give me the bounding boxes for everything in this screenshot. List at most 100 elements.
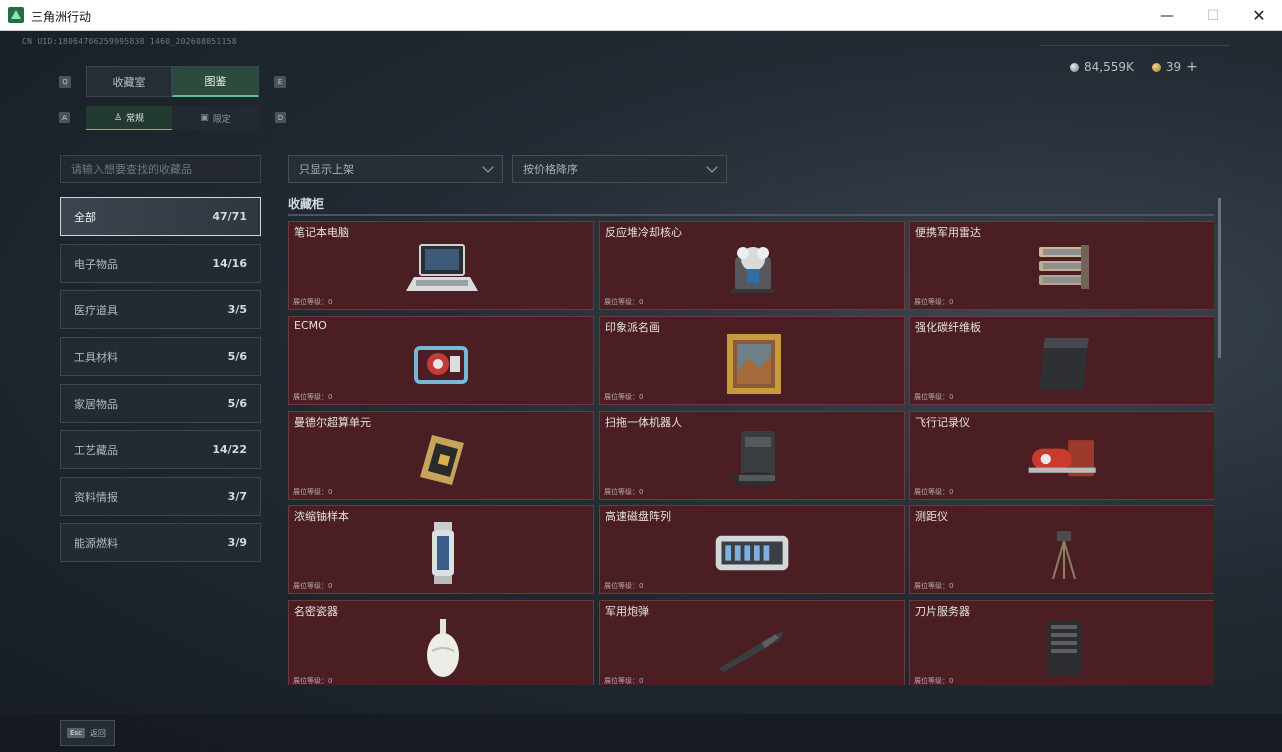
item-name: 测距仪: [915, 510, 948, 523]
app-logo-icon: [8, 7, 24, 23]
item-card[interactable]: 便携军用雷达 展位等级：0: [909, 221, 1214, 310]
category-count: 5/6: [227, 397, 247, 410]
item-card[interactable]: 曼德尔超算单元 展位等级：0: [288, 411, 594, 500]
window-titlebar: 三角洲行动 — ☐ ✕: [0, 0, 1282, 31]
item-card[interactable]: 反应堆冷却核心 展位等级：0: [599, 221, 905, 310]
item-level: 展位等级：0: [914, 393, 954, 401]
item-card[interactable]: 高速磁盘阵列 展位等级：0: [599, 505, 905, 594]
subtab-regular[interactable]: ♙ 常规: [86, 106, 172, 130]
grid-scrollbar[interactable]: [1218, 198, 1221, 358]
item-name: 军用炮弹: [605, 605, 649, 618]
laptop-icon: [399, 236, 485, 302]
item-card[interactable]: 名密瓷器 展位等级：0: [288, 600, 594, 685]
rangefinder-icon: [1020, 520, 1106, 586]
silver-amount: 84,559K: [1084, 60, 1134, 74]
minimize-button[interactable]: —: [1144, 0, 1190, 31]
item-card[interactable]: 印象派名画 展位等级：0: [599, 316, 905, 405]
item-card[interactable]: 刀片服务器 展位等级：0: [909, 600, 1214, 685]
item-level: 展位等级：0: [604, 488, 644, 496]
item-name: 浓缩铀样本: [294, 510, 349, 523]
subtab-regular-label: 常规: [126, 114, 145, 124]
item-card[interactable]: 强化碳纤维板 展位等级：0: [909, 316, 1214, 405]
porcelain-vase-icon: [399, 615, 485, 681]
artillery-shell-icon: [710, 615, 796, 681]
disk-array-icon: [710, 520, 796, 586]
category-label: 工艺藏品: [74, 443, 118, 457]
item-name: 笔记本电脑: [294, 226, 349, 239]
item-card[interactable]: 笔记本电脑 展位等级：0: [288, 221, 594, 310]
item-level: 展位等级：0: [604, 393, 644, 401]
item-name: 印象派名画: [605, 321, 660, 334]
item-card[interactable]: 浓缩铀样本 展位等级：0: [288, 505, 594, 594]
category-count: 5/6: [227, 350, 247, 363]
category-count: 14/22: [212, 443, 247, 456]
category-count: 3/7: [227, 490, 247, 503]
currency-bar: 84,559K 39 +: [1070, 59, 1198, 75]
search-input[interactable]: 请输入想要查找的收藏品: [60, 155, 261, 183]
shelf-filter-dropdown[interactable]: 只显示上架: [288, 155, 503, 183]
item-name: 便携军用雷达: [915, 226, 981, 239]
tab-collection-room[interactable]: 收藏室: [86, 66, 172, 97]
item-level: 展位等级：0: [293, 393, 333, 401]
item-level: 展位等级：0: [293, 298, 333, 306]
shelf-filter-value: 只显示上架: [299, 163, 354, 176]
item-card[interactable]: 飞行记录仪 展位等级：0: [909, 411, 1214, 500]
chevron-down-icon: [706, 161, 718, 173]
item-name: 扫拖一体机器人: [605, 416, 682, 429]
sort-dropdown[interactable]: 按价格降序: [512, 155, 727, 183]
category-tools[interactable]: 工具材料 5/6: [60, 337, 261, 376]
item-card[interactable]: ECMO 展位等级：0: [288, 316, 594, 405]
item-level: 展位等级：0: [914, 298, 954, 306]
maximize-button[interactable]: ☐: [1190, 0, 1236, 31]
carbon-plate-icon: [1020, 331, 1106, 397]
category-label: 工具材料: [74, 350, 118, 364]
back-label: 返回: [89, 728, 106, 738]
category-energy[interactable]: 能源燃料 3/9: [60, 523, 261, 562]
category-label: 医疗道具: [74, 303, 118, 317]
item-name: ECMO: [294, 319, 327, 332]
section-divider: [288, 214, 1214, 216]
item-name: 飞行记录仪: [915, 416, 970, 429]
item-level: 展位等级：0: [604, 582, 644, 590]
window-title: 三角洲行动: [31, 10, 92, 24]
sort-value: 按价格降序: [523, 163, 578, 176]
category-count: 3/5: [227, 303, 247, 316]
category-label: 全部: [74, 210, 96, 224]
game-stage: CN UID:18064706259995838 1460_2026080511…: [0, 31, 1282, 752]
item-card[interactable]: 军用炮弹 展位等级：0: [599, 600, 905, 685]
item-name: 刀片服务器: [915, 605, 970, 618]
category-count: 14/16: [212, 257, 247, 270]
item-level: 展位等级：0: [914, 582, 954, 590]
robot-vacuum-icon: [710, 426, 796, 492]
blade-server-icon: [1020, 615, 1106, 681]
item-name: 名密瓷器: [294, 605, 338, 618]
category-label: 家居物品: [74, 397, 118, 411]
category-count: 3/9: [227, 536, 247, 549]
category-label: 资料情报: [74, 490, 118, 504]
item-card[interactable]: 测距仪 展位等级：0: [909, 505, 1214, 594]
add-currency-button[interactable]: +: [1186, 59, 1198, 75]
item-level: 展位等级：0: [293, 488, 333, 496]
item-card[interactable]: 扫拖一体机器人 展位等级：0: [599, 411, 905, 500]
limited-icon: ▣: [200, 113, 209, 123]
section-title: 收藏柜: [288, 197, 325, 211]
silver-balance: 84,559K: [1070, 59, 1134, 75]
tab-catalog[interactable]: 图鉴: [172, 66, 259, 97]
key-hint-q: Q: [59, 76, 71, 88]
category-intel[interactable]: 资料情报 3/7: [60, 477, 261, 516]
close-button[interactable]: ✕: [1236, 0, 1282, 31]
item-name: 反应堆冷却核心: [605, 226, 682, 239]
ecmo-icon: [399, 331, 485, 397]
item-name: 曼德尔超算单元: [294, 416, 371, 429]
category-crafts[interactable]: 工艺藏品 14/22: [60, 430, 261, 469]
reactor-core-icon: [710, 236, 796, 302]
category-electronics[interactable]: 电子物品 14/16: [60, 244, 261, 283]
item-level: 展位等级：0: [293, 582, 333, 590]
back-button[interactable]: Esc 返回: [60, 720, 115, 746]
category-household[interactable]: 家居物品 5/6: [60, 384, 261, 423]
subtab-limited[interactable]: ▣ 限定: [172, 106, 259, 130]
category-all[interactable]: 全部 47/71: [60, 197, 261, 236]
item-level: 展位等级：0: [914, 488, 954, 496]
chevron-down-icon: [482, 161, 494, 173]
category-medical[interactable]: 医疗道具 3/5: [60, 290, 261, 329]
